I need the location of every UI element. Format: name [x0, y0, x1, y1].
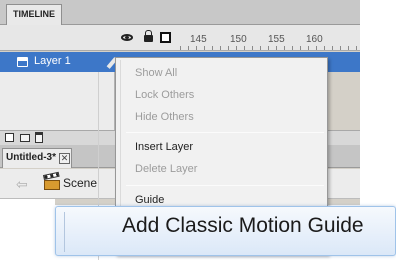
layer-icon: [17, 57, 28, 67]
menu-separator: [126, 185, 324, 186]
menu-item-lock-others: Lock Others: [135, 89, 195, 101]
frame-number: 160: [306, 34, 323, 45]
lock-icon[interactable]: [144, 30, 153, 42]
stage-area: [0, 199, 55, 260]
frame-ruler: [180, 46, 360, 50]
menu-item-hide-others: Hide Others: [135, 111, 194, 123]
close-icon[interactable]: ✕: [59, 153, 70, 164]
back-arrow-icon[interactable]: ⇦: [16, 176, 28, 193]
scene-label[interactable]: Scene: [63, 176, 97, 190]
menu-item-show-all: Show All: [135, 67, 178, 79]
tab-untitled-3[interactable]: Untitled-3* ✕: [2, 148, 72, 168]
tab-timeline[interactable]: TIMELINE: [6, 4, 62, 25]
timeline-header: 145 150 155 160: [0, 25, 360, 51]
menu-item-add-classic-motion-guide[interactable]: Add Classic Motion Guide: [55, 206, 396, 256]
menu-separator: [126, 132, 324, 133]
new-layer-icon[interactable]: [5, 133, 14, 142]
document-tab-label: Untitled-3*: [6, 152, 56, 163]
outline-icon[interactable]: [160, 32, 171, 43]
frame-number: 150: [230, 34, 247, 45]
scene-icon: [42, 171, 61, 190]
folder-icon[interactable]: [20, 134, 30, 142]
frame-number: 155: [268, 34, 285, 45]
trash-icon[interactable]: [35, 132, 43, 143]
menu-gutter: [64, 212, 65, 252]
layer-name[interactable]: Layer 1: [34, 55, 71, 67]
menu-item-delete-layer: Delete Layer: [135, 163, 198, 175]
menu-item-insert-layer[interactable]: Insert Layer: [135, 141, 193, 153]
frame-number: 145: [190, 34, 207, 45]
panel-tab-strip: TIMELINE: [0, 0, 360, 25]
menu-item-guide[interactable]: Guide: [135, 194, 164, 206]
scene-icon-body: [44, 180, 60, 190]
menu-item-label: Add Classic Motion Guide: [122, 214, 364, 237]
scene-icon-clapper: [42, 171, 60, 180]
eye-icon[interactable]: [121, 34, 133, 41]
